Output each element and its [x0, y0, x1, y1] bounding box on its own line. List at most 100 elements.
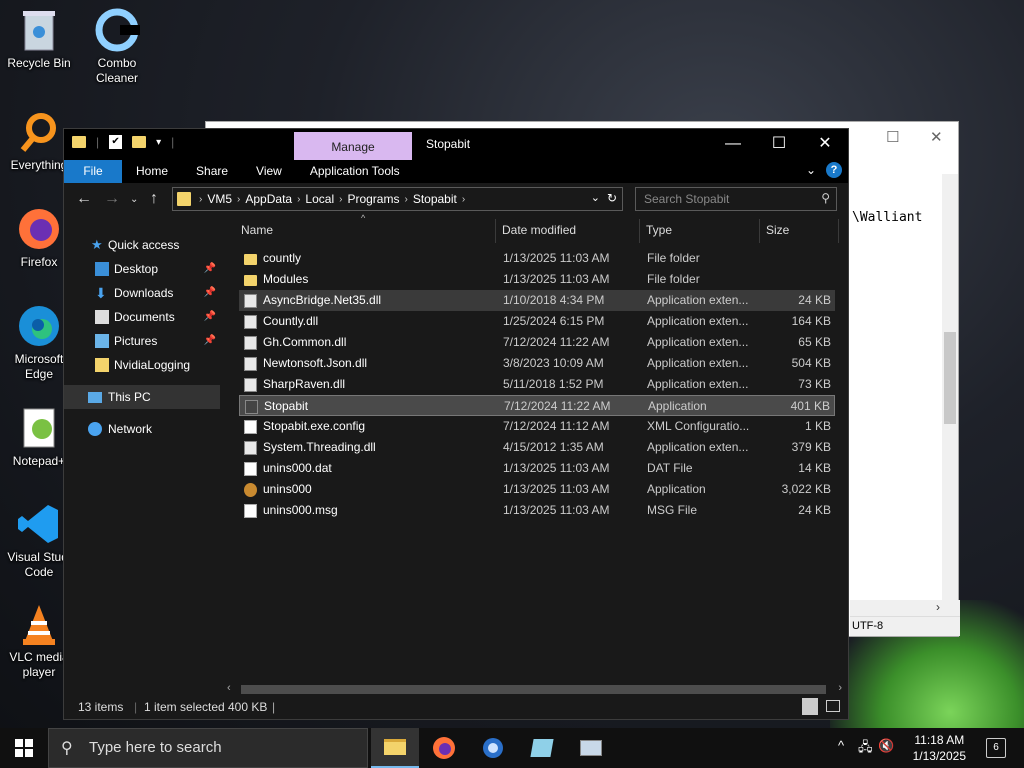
breadcrumb-vm5[interactable]: VM5	[207, 192, 232, 206]
tab-file[interactable]: File	[64, 160, 122, 183]
maximize-icon[interactable]: ☐	[886, 128, 899, 146]
refresh-icon[interactable]: ↻	[607, 191, 617, 205]
file-row[interactable]: Stopabit 7/12/2024 11:22 AM Application 401…	[239, 395, 835, 416]
taskbar-file-explorer[interactable]	[371, 728, 419, 768]
taskbar-app-notebook[interactable]	[518, 728, 566, 768]
pin-icon[interactable]: 📌	[204, 257, 216, 281]
address-bar[interactable]: › VM5 › AppData › Local › Programs › Sto…	[172, 187, 623, 211]
column-divider[interactable]	[639, 219, 640, 243]
file-list[interactable]: Name ^ Date modified Type Size countly 1/…	[221, 213, 848, 697]
breadcrumb-separator[interactable]: ›	[339, 194, 342, 205]
breadcrumb-appdata[interactable]: AppData	[245, 192, 292, 206]
tab-manage[interactable]: Manage	[294, 132, 412, 160]
breadcrumb-separator[interactable]: ›	[199, 194, 202, 205]
maximize-button[interactable]: ☐	[756, 129, 802, 158]
file-row[interactable]: Gh.Common.dll 7/12/2024 11:22 AM Applicati…	[239, 332, 835, 353]
breadcrumb-separator[interactable]: ›	[404, 194, 407, 205]
notification-center-icon[interactable]: 6	[986, 738, 1006, 758]
column-divider[interactable]	[838, 219, 839, 243]
scroll-left-icon[interactable]: ‹	[227, 682, 231, 694]
column-header-name[interactable]: Name	[241, 223, 273, 237]
taskbar-app-settings[interactable]	[567, 728, 615, 768]
tab-share[interactable]: Share	[182, 160, 242, 183]
forward-arrow-icon[interactable]: →	[104, 190, 120, 208]
sidebar-item-network[interactable]: Network	[64, 417, 220, 441]
desktop-icon-recycle-bin[interactable]: Recycle Bin	[0, 6, 78, 71]
file-row[interactable]: unins000.dat 1/13/2025 11:03 AM DAT File 14…	[239, 458, 835, 479]
taskbar-search-input[interactable]: ⚲ Type here to search	[48, 728, 368, 768]
breadcrumb-separator[interactable]: ›	[462, 194, 465, 205]
file-row[interactable]: AsyncBridge.Net35.dll 1/10/2018 4:34 PM Ap…	[239, 290, 835, 311]
tab-home[interactable]: Home	[122, 160, 182, 183]
customize-qat-icon[interactable]: ▾	[156, 137, 161, 148]
item-count: 13 items	[78, 700, 124, 714]
chevron-right-icon[interactable]: ›	[936, 600, 940, 614]
file-row[interactable]: SharpRaven.dll 5/11/2018 1:52 PM Applicati…	[239, 374, 835, 395]
file-name: System.Threading.dll	[263, 440, 376, 454]
breadcrumb-separator[interactable]: ›	[237, 194, 240, 205]
scroll-thumb[interactable]	[944, 332, 956, 424]
pin-icon[interactable]: 📌	[204, 305, 216, 329]
minimize-button[interactable]: —	[710, 129, 756, 158]
sidebar-item-this-pc[interactable]: This PC	[64, 385, 220, 409]
notepad-text[interactable]: \Walliant	[852, 210, 922, 225]
recycle-bin-icon	[15, 6, 63, 54]
breadcrumb-stopabit[interactable]: Stopabit	[413, 192, 457, 206]
file-row[interactable]: System.Threading.dll 4/15/2012 1:35 AM App…	[239, 437, 835, 458]
recent-locations-icon[interactable]: ⌄	[130, 194, 138, 205]
file-row[interactable]: Stopabit.exe.config 7/12/2024 11:12 AM XML…	[239, 416, 835, 437]
file-explorer-window[interactable]: | ✔ ▾ | Manage Stopabit — ☐ ✕ File Home …	[63, 128, 849, 720]
desktop-icon-combo-cleaner[interactable]: Combo Cleaner	[78, 6, 156, 86]
column-divider[interactable]	[495, 219, 496, 243]
titlebar[interactable]: | ✔ ▾ | Manage Stopabit — ☐ ✕	[64, 129, 848, 160]
pin-icon[interactable]: 📌	[204, 329, 216, 353]
sidebar-item-quick-access[interactable]: ★ Quick access	[64, 233, 220, 257]
file-row[interactable]: Modules 1/13/2025 11:03 AM File folder	[239, 269, 835, 290]
volume-muted-icon[interactable]: 🔇	[878, 738, 894, 754]
up-arrow-icon[interactable]: ↑	[150, 190, 158, 208]
notepad-vertical-scrollbar[interactable]	[942, 174, 958, 604]
scroll-right-icon[interactable]: ›	[838, 682, 842, 694]
new-folder-icon[interactable]	[132, 136, 147, 148]
start-button[interactable]	[0, 728, 48, 768]
everything-icon	[15, 108, 63, 156]
file-row[interactable]: Newtonsoft.Json.dll 3/8/2023 10:09 AM Appl…	[239, 353, 835, 374]
column-divider[interactable]	[759, 219, 760, 243]
scroll-thumb[interactable]	[241, 685, 826, 694]
file-row[interactable]: countly 1/13/2025 11:03 AM File folder	[239, 248, 835, 269]
breadcrumb-local[interactable]: Local	[305, 192, 334, 206]
taskbar-app-globe[interactable]	[469, 728, 517, 768]
sidebar-item-desktop[interactable]: Desktop 📌	[64, 257, 220, 281]
expand-ribbon-icon[interactable]: ⌄	[806, 163, 816, 177]
close-button[interactable]: ✕	[802, 129, 848, 158]
pin-icon[interactable]: 📌	[204, 281, 216, 305]
sidebar-item-pictures[interactable]: Pictures 📌	[64, 329, 220, 353]
close-icon[interactable]: ✕	[930, 128, 943, 146]
search-input[interactable]: Search Stopabit ⚲	[635, 187, 837, 211]
file-type: XML Configuratio...	[647, 419, 750, 433]
show-hidden-icons-icon[interactable]: ^	[838, 738, 844, 753]
file-row[interactable]: Countly.dll 1/25/2024 6:15 PM Application …	[239, 311, 835, 332]
sidebar-item-downloads[interactable]: ⬇ Downloads 📌	[64, 281, 220, 305]
network-icon[interactable]: 🖧	[858, 738, 873, 760]
column-header-type[interactable]: Type	[646, 223, 672, 237]
taskbar-firefox[interactable]	[420, 728, 468, 768]
file-row[interactable]: unins000.msg 1/13/2025 11:03 AM MSG File 24…	[239, 500, 835, 521]
sidebar-item-nvidialogging[interactable]: NvidiaLogging	[64, 353, 220, 377]
back-arrow-icon[interactable]: ←	[76, 190, 92, 208]
breadcrumb-separator[interactable]: ›	[297, 194, 300, 205]
tab-application-tools[interactable]: Application Tools	[296, 160, 414, 183]
breadcrumb-programs[interactable]: Programs	[347, 192, 399, 206]
large-icons-view-icon[interactable]	[826, 700, 840, 712]
tab-view[interactable]: View	[242, 160, 296, 183]
file-row[interactable]: unins000 1/13/2025 11:03 AM Application 3,0…	[239, 479, 835, 500]
notepad-horizontal-scrollbar[interactable]: ›	[850, 600, 960, 616]
properties-icon[interactable]: ✔	[109, 135, 123, 149]
sidebar-item-documents[interactable]: Documents 📌	[64, 305, 220, 329]
address-dropdown-icon[interactable]: ⌄	[591, 191, 600, 204]
help-icon[interactable]: ?	[826, 162, 842, 178]
details-view-icon[interactable]	[802, 698, 818, 715]
column-header-date[interactable]: Date modified	[502, 223, 576, 237]
clock[interactable]: 11:18 AM 1/13/2025	[913, 732, 966, 764]
column-header-size[interactable]: Size	[766, 223, 789, 237]
